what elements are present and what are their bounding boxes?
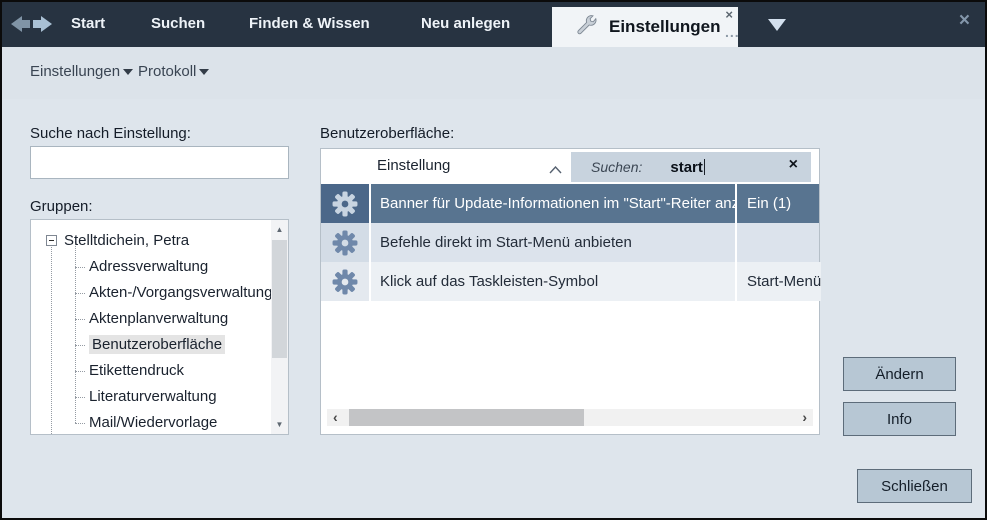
scroll-right-icon[interactable]: › bbox=[802, 409, 807, 426]
tab-dropdown-icon[interactable] bbox=[768, 19, 786, 31]
search-setting-input[interactable] bbox=[30, 146, 289, 179]
tab-finden-wissen[interactable]: Finden & Wissen bbox=[249, 15, 370, 32]
table-body: Banner für Update-Informationen im "Star… bbox=[321, 184, 819, 301]
setting-value: Ein (1) bbox=[737, 184, 819, 223]
scroll-left-icon[interactable]: ‹ bbox=[333, 409, 338, 426]
aendern-button[interactable]: Ändern bbox=[843, 357, 956, 391]
column-header-einstellung[interactable]: Einstellung bbox=[377, 157, 450, 174]
tree-item-etikettendruck[interactable]: Etikettendruck bbox=[31, 358, 271, 384]
tree-item-adressverwaltung[interactable]: Adressverwaltung bbox=[31, 254, 271, 280]
tree-item-literaturverwaltung[interactable]: Literaturverwaltung bbox=[31, 384, 271, 410]
tree-scrollbar-thumb[interactable] bbox=[272, 240, 287, 358]
gear-icon bbox=[321, 223, 369, 262]
table-search-label: Suchen: bbox=[591, 159, 642, 175]
titlebar: Start Suchen Finden & Wissen Neu anlegen… bbox=[2, 2, 985, 47]
setting-name: Banner für Update-Informationen im "Star… bbox=[371, 184, 735, 223]
back-icon[interactable] bbox=[11, 15, 30, 33]
table-header[interactable]: Einstellung Suchen: start × bbox=[321, 149, 819, 184]
schliessen-button[interactable]: Schließen bbox=[857, 469, 972, 503]
sort-ascending-icon[interactable] bbox=[549, 161, 562, 179]
active-tab-label: Einstellungen bbox=[609, 17, 720, 37]
tree-item-akten-vorgangsverwaltung[interactable]: Akten-/Vorgangsverwaltung bbox=[31, 280, 271, 306]
table-row[interactable]: Befehle direkt im Start-Menü anbieten bbox=[321, 223, 819, 262]
text-cursor bbox=[704, 159, 705, 175]
setting-value: Start-Menü bbox=[737, 262, 821, 301]
search-setting-label: Suche nach Einstellung: bbox=[30, 125, 191, 142]
tree-item-benutzeroberflaeche[interactable]: Benutzeroberfläche bbox=[31, 332, 271, 358]
tab-close-icon[interactable]: × bbox=[725, 8, 733, 21]
search-clear-icon[interactable]: × bbox=[789, 156, 798, 174]
section-label: Benutzeroberfläche: bbox=[320, 125, 454, 142]
horizontal-scrollbar[interactable]: ‹ › bbox=[327, 409, 813, 426]
menu-einstellungen-label: Einstellungen bbox=[30, 63, 120, 80]
menu-protokoll[interactable]: Protokoll bbox=[138, 63, 209, 80]
tree-item-mail-wiedervorlage[interactable]: Mail/Wiedervorlage bbox=[31, 410, 271, 435]
tree-item-aktenplanverwaltung[interactable]: Aktenplanverwaltung bbox=[31, 306, 271, 332]
forward-icon[interactable] bbox=[33, 15, 52, 33]
setting-value bbox=[737, 223, 819, 262]
chevron-down-icon bbox=[123, 69, 133, 75]
table-row[interactable]: Klick auf das Taskleisten-Symbol Start-M… bbox=[321, 262, 819, 301]
info-button[interactable]: Info bbox=[843, 402, 956, 436]
tab-neu-anlegen[interactable]: Neu anlegen bbox=[421, 15, 510, 32]
window-close-icon[interactable]: × bbox=[959, 11, 970, 30]
settings-window: { "titlebar": { "tabs": [ { "label": "St… bbox=[0, 0, 987, 520]
settings-table: Einstellung Suchen: start × bbox=[320, 148, 820, 435]
setting-name: Klick auf das Taskleisten-Symbol bbox=[371, 262, 735, 301]
tab-start[interactable]: Start bbox=[71, 15, 105, 32]
tab-suchen[interactable]: Suchen bbox=[151, 15, 205, 32]
table-search-value[interactable]: start bbox=[670, 159, 703, 176]
menu-einstellungen[interactable]: Einstellungen bbox=[30, 63, 133, 80]
table-row[interactable]: Banner für Update-Informationen im "Star… bbox=[321, 184, 819, 223]
tab-einstellungen-active[interactable]: Einstellungen × bbox=[552, 7, 738, 47]
wrench-icon bbox=[576, 14, 598, 41]
horizontal-scrollbar-thumb[interactable] bbox=[349, 409, 584, 426]
groups-tree: Stelltdichein, Petra Adressverwaltung Ak… bbox=[30, 219, 289, 435]
menubar: Einstellungen Protokoll bbox=[2, 47, 985, 99]
scroll-down-icon[interactable]: ▼ bbox=[271, 420, 288, 429]
gear-icon bbox=[321, 262, 369, 301]
table-search-box[interactable]: Suchen: start × bbox=[571, 152, 811, 182]
setting-name: Befehle direkt im Start-Menü anbieten bbox=[371, 223, 735, 262]
scroll-up-icon[interactable]: ▲ bbox=[271, 225, 288, 234]
chevron-down-icon bbox=[199, 69, 209, 75]
groups-label: Gruppen: bbox=[30, 198, 93, 215]
tree-scrollbar[interactable]: ▲ ▼ bbox=[271, 220, 288, 434]
nav-arrows bbox=[11, 15, 52, 33]
menu-protokoll-label: Protokoll bbox=[138, 63, 196, 80]
gear-icon bbox=[321, 184, 369, 223]
tree-root-item[interactable]: Stelltdichein, Petra bbox=[31, 228, 271, 254]
tab-overflow-dots[interactable]: ... bbox=[725, 24, 740, 40]
tree-root-label: Stelltdichein, Petra bbox=[64, 232, 189, 249]
